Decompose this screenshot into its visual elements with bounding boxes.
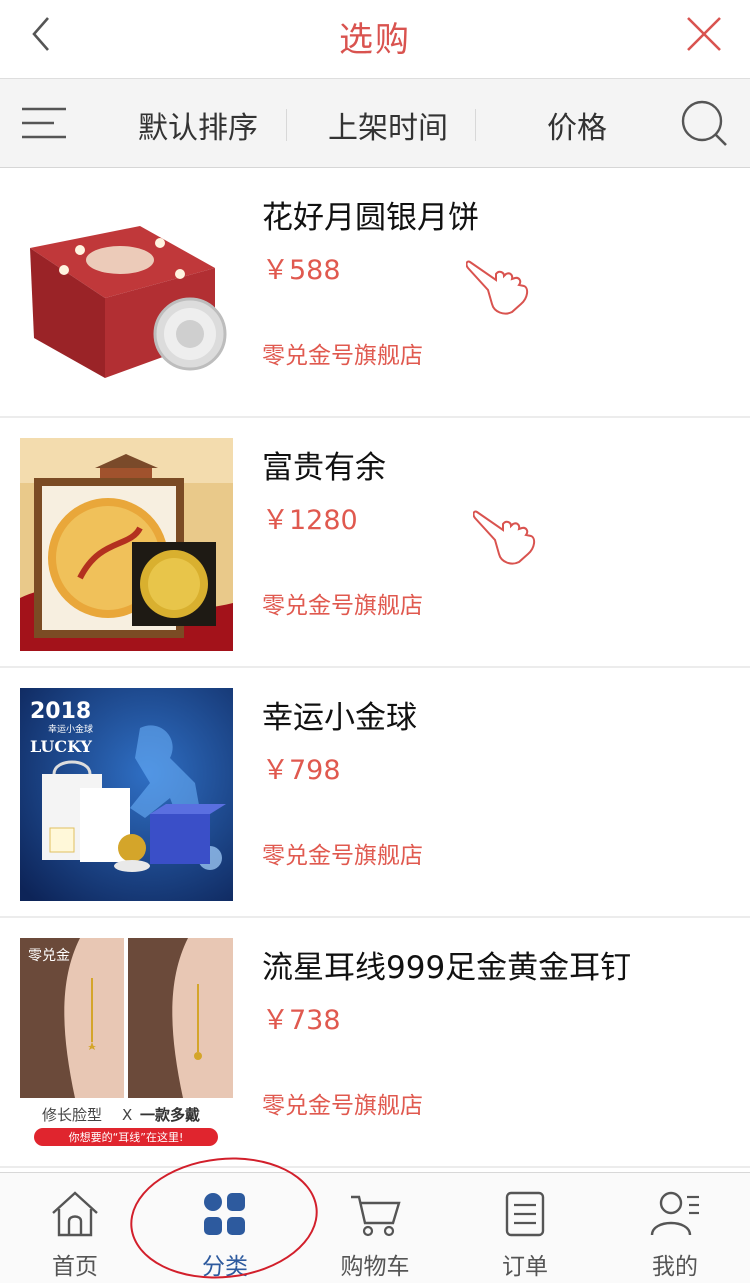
product-name[interactable]: 花好月圆银月饼 (262, 192, 479, 237)
product-price: ￥1280 (262, 505, 358, 536)
tab-cart[interactable]: 购物车 (300, 1173, 450, 1283)
bottom-tab-bar: 首页 分类 购物车 订单 我的 (0, 1172, 750, 1283)
product-list: 花好月圆银月饼 ￥588 零兑金号旗舰店 富贵有余 ￥1280 零兑金号旗舰店 … (0, 168, 750, 1168)
tab-label: 首页 (52, 1254, 98, 1280)
sort-default[interactable]: 默认排序 (138, 103, 258, 147)
tab-label: 分类 (202, 1254, 248, 1280)
product-image[interactable]: 2018 幸运小金球 LUCKY (20, 688, 233, 901)
sort-price[interactable]: 价格 (547, 103, 607, 147)
image-year-text: 2018 (30, 699, 91, 724)
tab-label: 购物车 (340, 1254, 410, 1280)
user-icon (650, 1191, 699, 1236)
product-item[interactable]: 富贵有余 ￥1280 零兑金号旗舰店 (0, 418, 750, 668)
tab-me[interactable]: 我的 (600, 1173, 750, 1283)
shop-name[interactable]: 零兑金号旗舰店 (262, 1086, 423, 1120)
search-icon[interactable] (680, 99, 730, 149)
tab-home[interactable]: 首页 (0, 1173, 150, 1283)
tab-label: 订单 (502, 1254, 548, 1280)
cart-icon (351, 1195, 401, 1237)
home-icon (52, 1191, 98, 1237)
image-banner-text: 你想要的“耳线”在这里! (69, 1130, 184, 1144)
shop-name[interactable]: 零兑金号旗舰店 (262, 586, 423, 620)
product-image[interactable] (20, 188, 233, 401)
image-brand-text: 零兑金 (28, 948, 70, 964)
image-caption-left: 修长脸型 (42, 1106, 102, 1124)
divider (286, 109, 287, 141)
category-grid-icon (204, 1193, 245, 1235)
top-nav-bar: 选购 (0, 0, 750, 78)
pointing-hand-icon (466, 260, 529, 315)
close-icon[interactable] (684, 14, 724, 54)
product-item[interactable]: 零兑金 修长脸型 X 一款多戴 你想要的“耳线”在这里! 流星耳线999足金黄金… (0, 918, 750, 1168)
image-subtitle-text: 幸运小金球 (48, 723, 93, 735)
product-item[interactable]: 花好月圆银月饼 ￥588 零兑金号旗舰店 (0, 168, 750, 418)
sort-bar: 默认排序 上架时间 价格 (0, 78, 750, 168)
sort-listing-time[interactable]: 上架时间 (328, 103, 448, 147)
product-price: ￥588 (262, 255, 341, 286)
product-item[interactable]: 2018 幸运小金球 LUCKY 幸运小金球 ￥798 零兑金号旗舰店 (0, 668, 750, 918)
tab-orders[interactable]: 订单 (450, 1173, 600, 1283)
product-image[interactable] (20, 438, 233, 651)
menu-icon[interactable] (20, 105, 68, 141)
divider (475, 109, 476, 141)
page-title: 选购 (339, 20, 411, 60)
order-list-icon (505, 1191, 545, 1237)
image-lucky-text: LUCKY (30, 737, 93, 756)
pointing-hand-icon (473, 510, 536, 565)
image-caption-x: X (122, 1106, 132, 1124)
image-caption-right: 一款多戴 (140, 1106, 200, 1124)
product-name[interactable]: 幸运小金球 (262, 692, 417, 737)
product-image[interactable]: 零兑金 修长脸型 X 一款多戴 你想要的“耳线”在这里! (20, 938, 233, 1151)
shop-name[interactable]: 零兑金号旗舰店 (262, 336, 423, 370)
tab-label: 我的 (652, 1254, 698, 1280)
shop-name[interactable]: 零兑金号旗舰店 (262, 836, 423, 870)
product-name[interactable]: 富贵有余 (262, 442, 386, 487)
product-name[interactable]: 流星耳线999足金黄金耳钉 (262, 942, 631, 987)
product-price: ￥798 (262, 755, 341, 786)
tab-category[interactable]: 分类 (150, 1173, 300, 1283)
product-price: ￥738 (262, 1005, 341, 1036)
